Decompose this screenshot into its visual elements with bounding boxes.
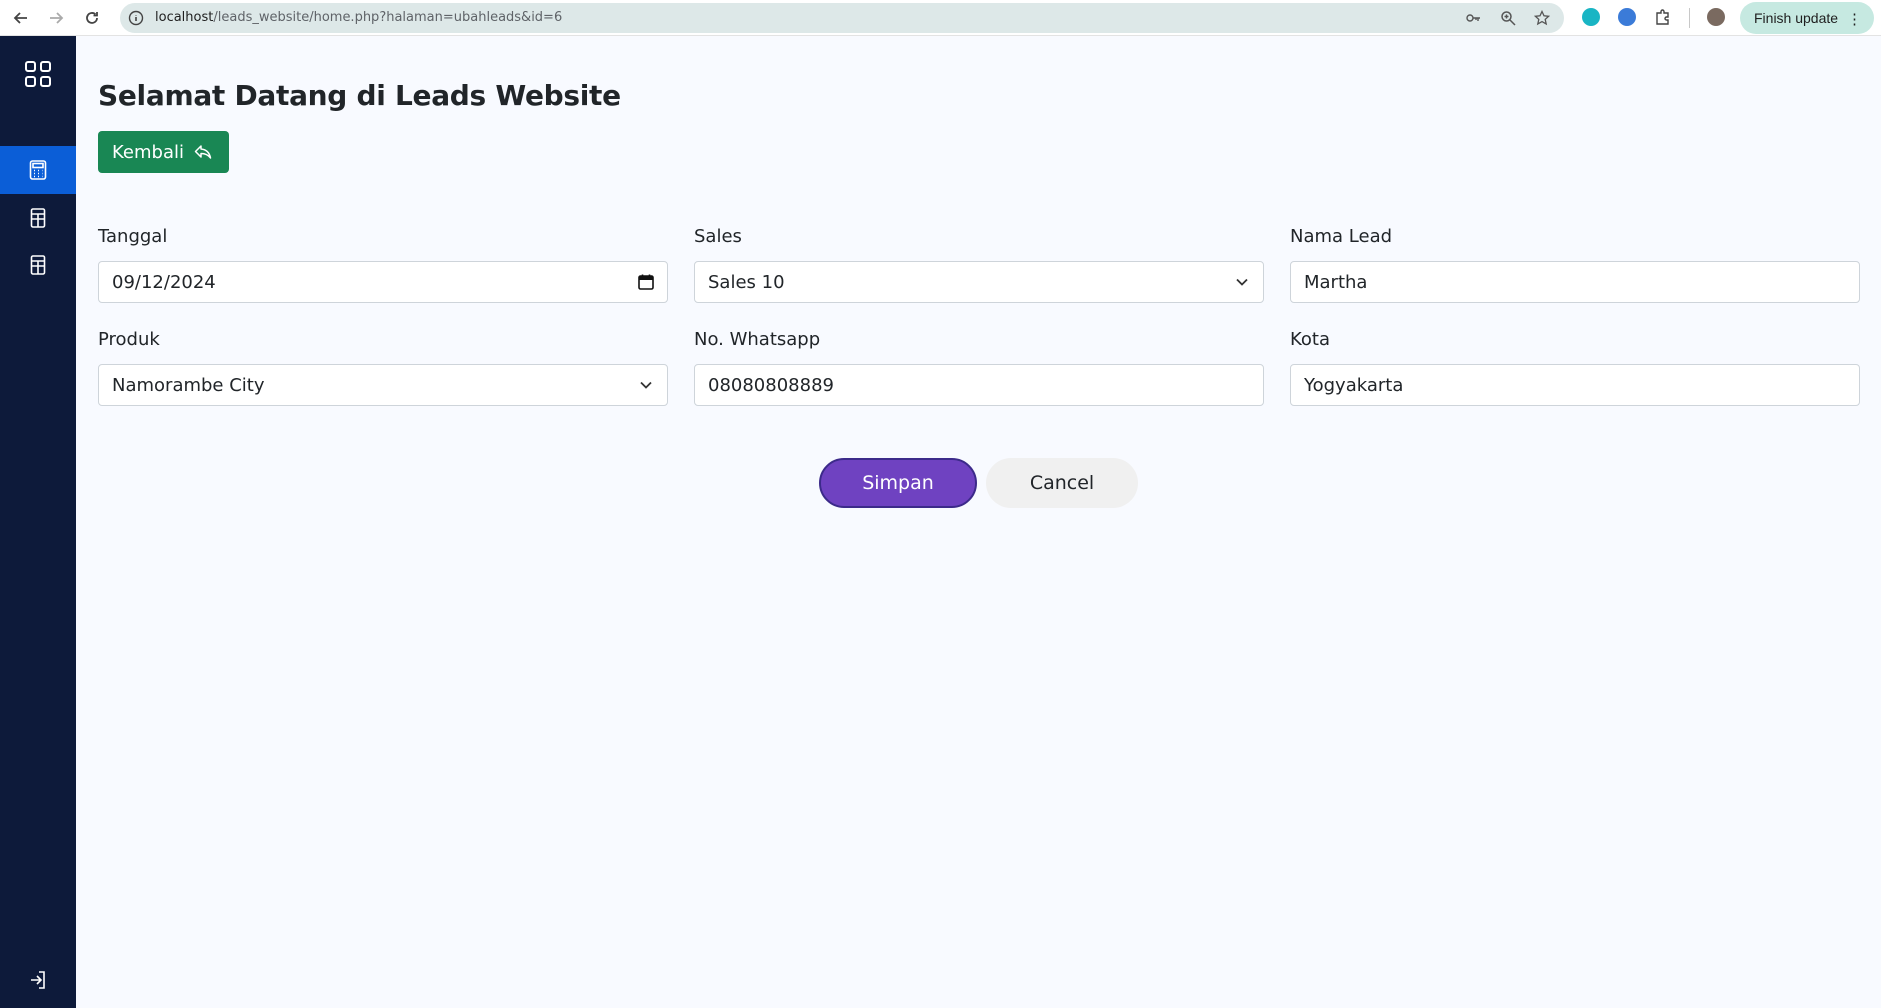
sales-select[interactable]: Sales 10 xyxy=(694,261,1264,303)
finish-update-label: Finish update xyxy=(1754,10,1839,26)
sidebar-item-data-2[interactable] xyxy=(0,241,76,289)
field-sales: Sales Sales 10 xyxy=(694,226,1264,303)
sales-label: Sales xyxy=(694,226,742,247)
url-host: localhost xyxy=(155,10,214,25)
reload-icon[interactable] xyxy=(80,6,104,30)
browser-toolbar: localhost/leads_website/home.php?halaman… xyxy=(0,0,1881,36)
key-icon[interactable] xyxy=(1465,10,1481,26)
page-title: Selamat Datang di Leads Website xyxy=(98,79,621,112)
chevron-down-icon xyxy=(640,381,652,389)
field-nama-lead: Nama Lead Martha xyxy=(1290,226,1860,303)
back-arrow-icon[interactable] xyxy=(9,6,33,30)
tanggal-date-input[interactable]: 09/12/2024 xyxy=(98,261,668,303)
url-text[interactable]: localhost/leads_website/home.php?halaman… xyxy=(155,10,562,25)
logout-icon xyxy=(31,971,45,989)
field-tanggal: Tanggal 09/12/2024 xyxy=(98,226,668,303)
tanggal-value: 09/12/2024 xyxy=(112,271,216,293)
produk-select[interactable]: Namorambe City xyxy=(98,364,668,406)
chevron-down-icon xyxy=(1236,278,1248,286)
tanggal-label: Tanggal xyxy=(98,226,168,247)
building-icon xyxy=(30,255,46,275)
menu-dots-icon[interactable]: ⋮ xyxy=(1847,10,1862,28)
sidebar xyxy=(0,36,76,1008)
cancel-button[interactable]: Cancel xyxy=(986,458,1138,508)
field-produk: Produk Namorambe City xyxy=(98,329,668,406)
kota-value: Yogyakarta xyxy=(1304,374,1404,396)
field-kota: Kota Yogyakarta xyxy=(1290,329,1860,406)
nama-lead-value: Martha xyxy=(1304,271,1368,293)
field-whatsapp: No. Whatsapp 08080808889 xyxy=(694,329,1264,406)
zoom-icon[interactable] xyxy=(1500,10,1516,26)
avatar[interactable] xyxy=(1707,8,1725,26)
calendar-icon[interactable] xyxy=(637,273,655,291)
kota-label: Kota xyxy=(1290,329,1331,350)
save-button[interactable]: Simpan xyxy=(819,458,977,508)
extension-globe-icon[interactable] xyxy=(1618,8,1636,26)
finish-update-button[interactable]: Finish update ⋮ xyxy=(1740,2,1874,34)
produk-value: Namorambe City xyxy=(112,374,265,396)
grid-icon xyxy=(25,61,51,87)
whatsapp-input[interactable]: 08080808889 xyxy=(694,364,1264,406)
address-bar[interactable]: localhost/leads_website/home.php?halaman… xyxy=(120,3,1564,33)
back-button-label: Kembali xyxy=(112,141,184,163)
whatsapp-label: No. Whatsapp xyxy=(694,329,821,350)
forward-arrow-icon[interactable] xyxy=(44,6,68,30)
calculator-icon xyxy=(29,160,47,180)
produk-label: Produk xyxy=(98,329,160,350)
sales-value: Sales 10 xyxy=(708,271,785,293)
building-icon xyxy=(30,208,46,228)
toolbar-divider xyxy=(1689,8,1690,28)
extension-m-icon[interactable] xyxy=(1582,8,1600,26)
kota-input[interactable]: Yogyakarta xyxy=(1290,364,1860,406)
sidebar-item-leads[interactable] xyxy=(0,146,76,194)
nama-lead-input[interactable]: Martha xyxy=(1290,261,1860,303)
back-button[interactable]: Kembali xyxy=(98,131,229,173)
sidebar-item-menu[interactable] xyxy=(0,50,76,98)
url-path: /leads_website/home.php?halaman=ubahlead… xyxy=(213,10,563,25)
star-icon[interactable] xyxy=(1534,10,1550,26)
reply-arrow-icon xyxy=(194,145,212,159)
puzzle-icon[interactable] xyxy=(1654,8,1672,26)
whatsapp-value: 08080808889 xyxy=(708,374,834,396)
sidebar-item-logout[interactable] xyxy=(0,956,76,1004)
sidebar-item-data-1[interactable] xyxy=(0,194,76,242)
info-icon[interactable] xyxy=(128,10,144,26)
nama-lead-label: Nama Lead xyxy=(1290,226,1393,247)
